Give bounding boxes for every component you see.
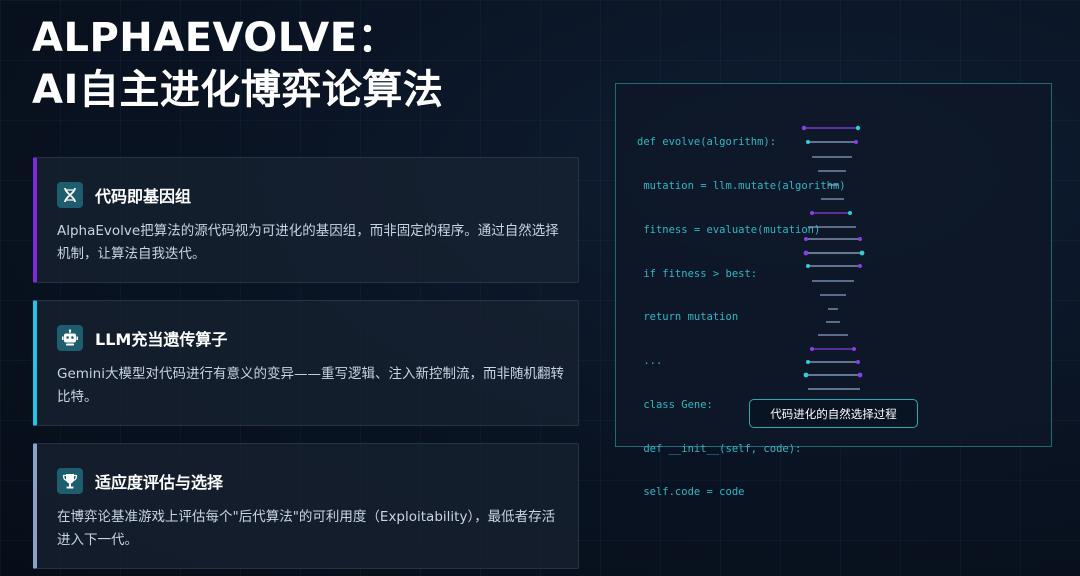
feature-card-llm-operator: LLM充当遗传算子 Gemini大模型对代码进行有意义的变异——重写逻辑、注入新… xyxy=(33,300,579,426)
title-line-2: AI自主进化博弈论算法 xyxy=(32,67,444,113)
card-description: Gemini大模型对代码进行有意义的变异——重写逻辑、注入新控制流，而非随机翻转… xyxy=(57,366,564,405)
trophy-icon xyxy=(57,468,83,494)
feature-card-genome: 代码即基因组 AlphaEvolve把算法的源代码视为可进化的基因组，而非固定的… xyxy=(33,157,579,283)
card-description: 在博弈论基准游戏上评估每个"后代算法"的可利用度（Exploitability）… xyxy=(57,509,556,548)
card-header: 适应度评估与选择 xyxy=(57,468,223,494)
code-panel-caption: 代码进化的自然选择过程 xyxy=(749,399,918,428)
title-line-1: ALPHAEVOLVE： xyxy=(32,15,399,61)
card-header: 代码即基因组 xyxy=(57,182,191,208)
helix-nodes xyxy=(801,125,865,378)
robot-icon xyxy=(57,325,83,351)
dna-helix-graphic xyxy=(801,125,865,390)
feature-card-fitness: 适应度评估与选择 在博弈论基准游戏上评估每个"后代算法"的可利用度（Exploi… xyxy=(33,443,579,569)
card-title: 适应度评估与选择 xyxy=(95,473,224,492)
card-description: AlphaEvolve把算法的源代码视为可进化的基因组，而非固定的程序。通过自然… xyxy=(57,223,559,262)
code-panel: def evolve(algorithm): mutation = llm.mu… xyxy=(615,83,1052,498)
code-line: self.code = code xyxy=(637,486,745,499)
dna-icon xyxy=(57,182,83,208)
card-title: 代码即基因组 xyxy=(95,187,192,206)
card-header: LLM充当遗传算子 xyxy=(57,325,227,351)
page-title: ALPHAEVOLVE： AI自主进化博弈论算法 xyxy=(32,12,443,116)
card-title: LLM充当遗传算子 xyxy=(95,330,228,349)
